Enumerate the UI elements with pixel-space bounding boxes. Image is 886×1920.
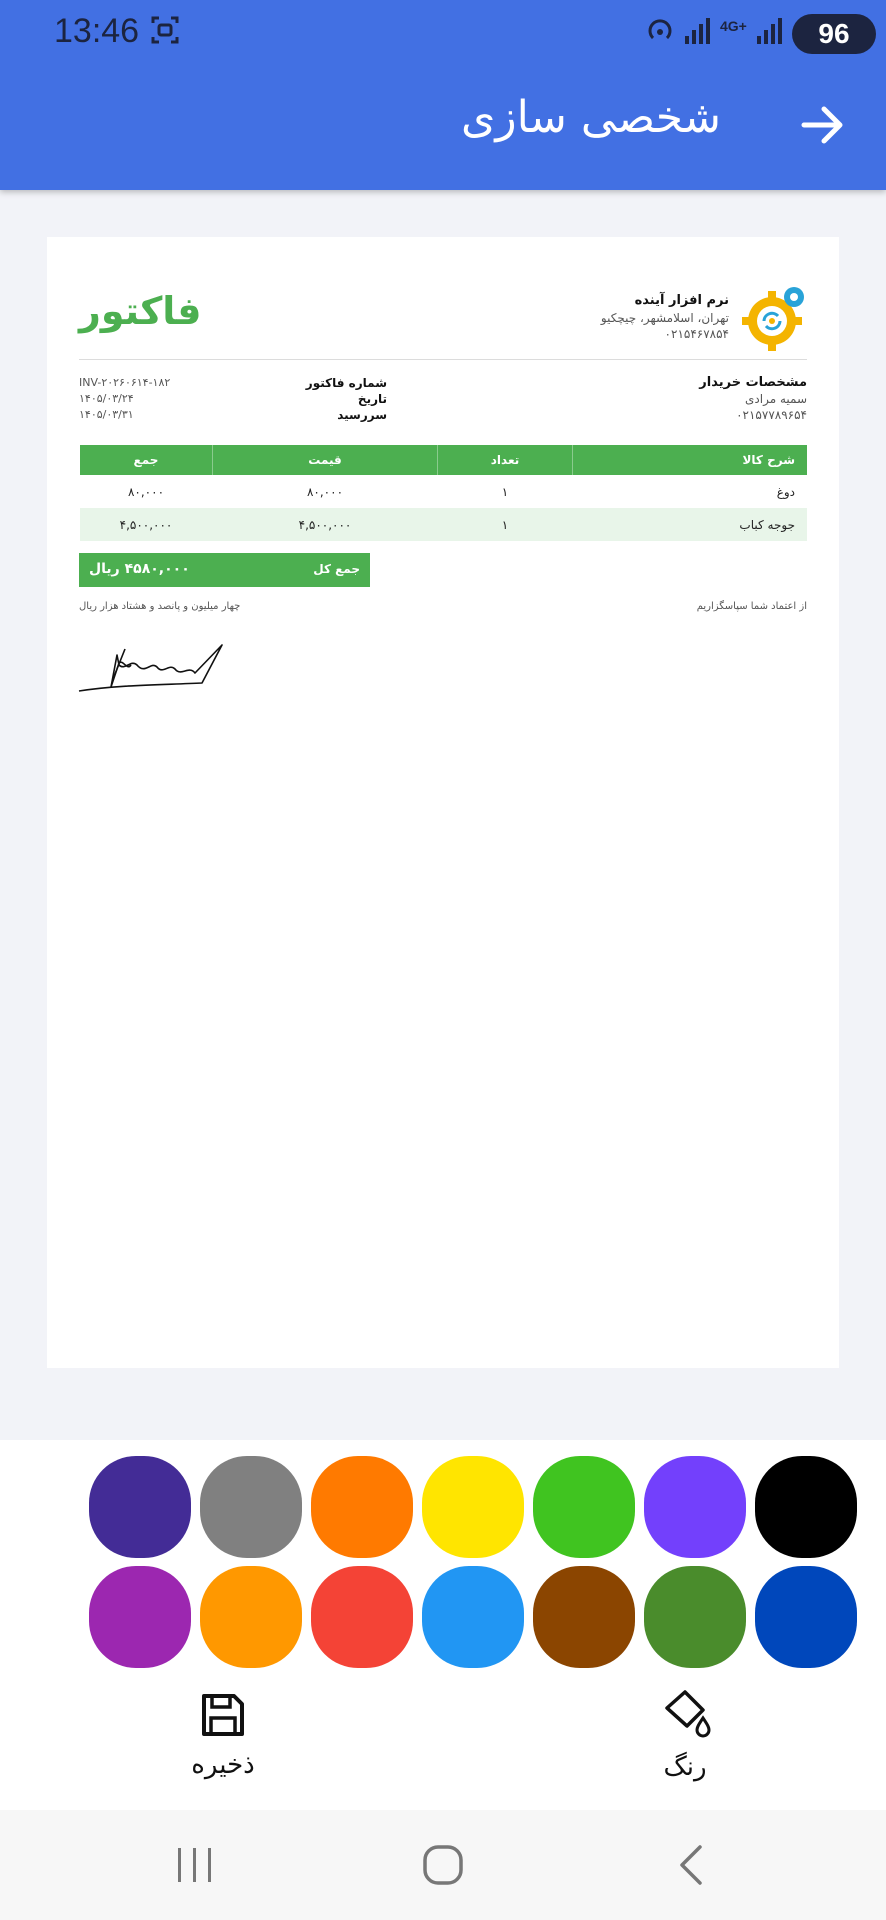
color-swatch[interactable] (644, 1456, 746, 1558)
battery-indicator: 96 (792, 14, 876, 54)
color-swatch[interactable] (533, 1566, 635, 1668)
cell-description: دوغ (776, 484, 795, 499)
invoice-date: ۱۴۰۵/۰۳/۲۴ (79, 392, 134, 405)
table-row: جوجه کباب ۱ ۴,۵۰۰,۰۰۰ ۴,۵۰۰,۰۰۰ (79, 508, 807, 541)
buyer-phone: ۰۲۱۵۷۷۸۹۶۵۴ (736, 408, 807, 422)
company-phone: ۰۲۱۵۴۶۷۸۵۴ (664, 327, 729, 341)
invoice-due-label: سررسید (337, 408, 387, 422)
color-swatch[interactable] (89, 1456, 191, 1558)
cell-total: ۸۰,۰۰۰ (127, 484, 165, 499)
home-icon[interactable] (420, 1842, 466, 1888)
invoice-meta-values: INV-۲۰۲۶۰۶۱۴-۱۸۲ ۱۴۰۵/۰۳/۲۴ ۱۴۰۵/۰۳/۳۱ (79, 375, 239, 423)
color-swatch[interactable] (533, 1456, 635, 1558)
color-swatch[interactable] (422, 1566, 524, 1668)
thank-you-note: از اعتماد شما سپاسگزاریم (696, 601, 807, 612)
screenshot-icon (151, 16, 179, 44)
status-time: 13:46 (54, 12, 140, 50)
items-table: شرح کالا تعداد قیمت جمع دوغ ۱ ۸۰,۰۰۰ ۸۰,… (79, 445, 807, 541)
color-swatch[interactable] (422, 1456, 524, 1558)
recent-apps-icon[interactable] (170, 1842, 220, 1888)
hotspot-icon (648, 19, 672, 40)
color-tool-label: رنگ (663, 1752, 707, 1782)
column-header-total: جمع (79, 445, 213, 475)
company-logo (742, 287, 804, 351)
network-4g-icon: 4G+ (720, 18, 747, 34)
cell-quantity: ۱ (501, 484, 509, 499)
invoice-preview: نرم افزار آینده تهران، اسلامشهر، چیچکیو … (47, 237, 839, 1368)
cell-price: ۴,۵۰۰,۰۰۰ (212, 508, 438, 541)
grand-total-bar: جمع کل ۴۵۸۰,۰۰۰ ریال (79, 553, 370, 587)
color-swatch[interactable] (89, 1566, 191, 1668)
column-header-quantity: تعداد (437, 445, 573, 475)
cell-description: جوجه کباب (572, 508, 807, 541)
color-swatch[interactable] (755, 1456, 857, 1558)
invoice-number: INV-۲۰۲۶۰۶۱۴-۱۸۲ (79, 376, 171, 389)
invoice-title: فاکتور (79, 289, 202, 333)
color-swatch[interactable] (311, 1456, 413, 1558)
save-icon (202, 1694, 244, 1736)
cell-quantity: ۱ (437, 508, 573, 541)
invoice-number-label: شماره فاکتور (305, 376, 387, 390)
paint-bucket-icon (665, 1690, 711, 1738)
buyer-heading: مشخصات خریدار (699, 375, 807, 390)
amount-in-words: چهار میلیون و پانصد و هشتاد هزار ریال (79, 601, 241, 612)
color-swatch[interactable] (644, 1566, 746, 1668)
column-header-price: قیمت (212, 445, 438, 475)
system-navigation-bar (0, 1810, 886, 1920)
color-swatch[interactable] (311, 1566, 413, 1668)
cell-total: ۴,۵۰۰,۰۰۰ (79, 508, 213, 541)
grand-total-label: جمع کل (313, 562, 360, 576)
color-palette-panel: رنگ ذخیره (0, 1440, 886, 1810)
color-swatch[interactable] (200, 1456, 302, 1558)
color-tool-button[interactable]: رنگ (640, 1686, 730, 1782)
save-button[interactable]: ذخیره (178, 1690, 268, 1780)
company-address: تهران، اسلامشهر، چیچکیو (600, 311, 729, 325)
table-row: دوغ ۱ ۸۰,۰۰۰ ۸۰,۰۰۰ (80, 475, 808, 508)
color-swatch[interactable] (200, 1566, 302, 1668)
cell-price: ۸۰,۰۰۰ (306, 484, 344, 499)
signature (78, 644, 223, 692)
arrow-forward-icon[interactable] (798, 100, 848, 150)
invoice-date-label: تاریخ (357, 392, 387, 406)
divider (79, 359, 807, 360)
back-icon[interactable] (672, 1842, 712, 1888)
invoice-due-date: ۱۴۰۵/۰۳/۳۱ (79, 408, 134, 421)
signal-icon-2 (757, 18, 782, 44)
invoice-meta-labels: شماره فاکتور تاریخ سررسید (267, 375, 387, 423)
buyer-name: سمیه مرادی (745, 392, 807, 406)
page-title: شخصی سازی (460, 92, 721, 143)
company-name: نرم افزار آینده (634, 293, 729, 308)
save-label: ذخیره (191, 1750, 255, 1780)
signal-icon (685, 18, 710, 44)
color-swatch[interactable] (755, 1566, 857, 1668)
app-bar: 13:46 4G+ 96 شخصی سازی (0, 0, 886, 190)
column-header-description: شرح کالا (572, 445, 807, 475)
grand-total-value: ۴۵۸۰,۰۰۰ ریال (89, 561, 190, 577)
table-header-row: شرح کالا تعداد قیمت جمع (79, 445, 807, 475)
